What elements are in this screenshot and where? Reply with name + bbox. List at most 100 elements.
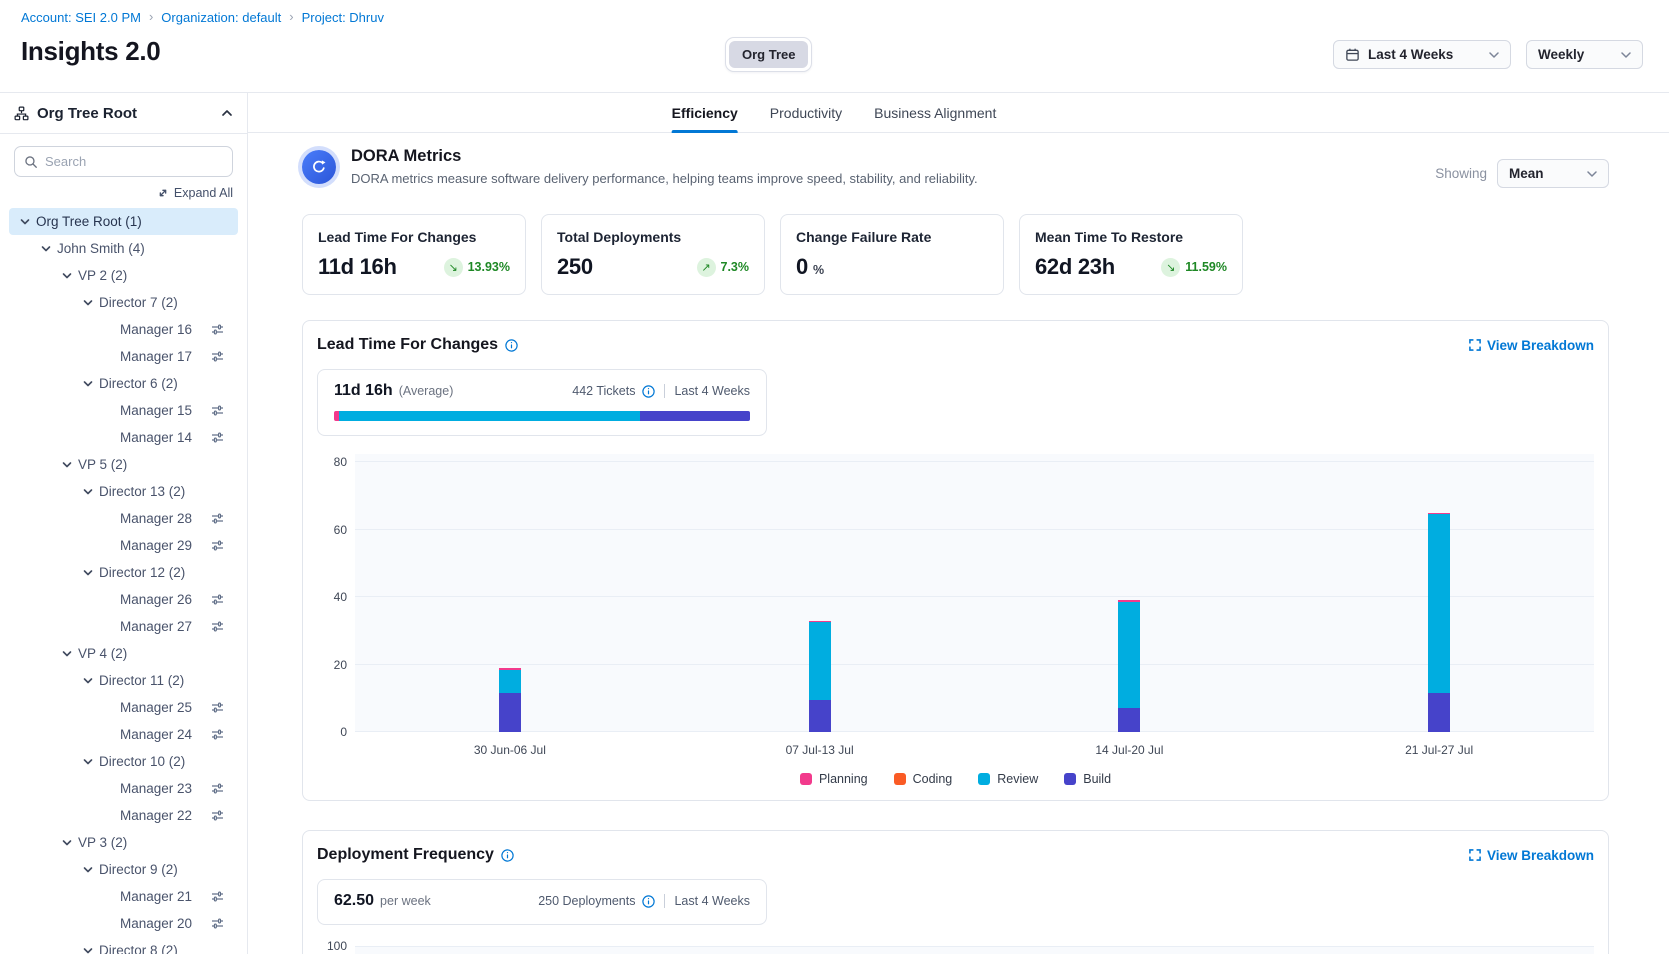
filters-icon[interactable] [211, 620, 224, 633]
deployment-summary-card: 62.50 per week 250 Deployments Last 4 We… [317, 879, 767, 925]
filters-icon[interactable] [211, 539, 224, 552]
filters-icon[interactable] [211, 917, 224, 930]
info-icon[interactable] [501, 849, 514, 862]
tree-item[interactable]: Manager 26 [9, 586, 238, 613]
tree-item[interactable]: Director 6 (2) [9, 370, 238, 397]
metric-card-value: 0 [796, 254, 808, 280]
legend-item-build[interactable]: Build [1064, 772, 1111, 786]
bar-1[interactable] [499, 668, 521, 732]
tree-item[interactable]: VP 2 (2) [9, 262, 238, 289]
lead-time-average-qualifier: (Average) [399, 384, 454, 398]
tree-item[interactable]: Manager 21 [9, 883, 238, 910]
dora-metrics-icon [302, 150, 336, 184]
expand-corners-icon [1469, 339, 1481, 351]
tree-item[interactable]: Director 12 (2) [9, 559, 238, 586]
tree-item[interactable]: Manager 28 [9, 505, 238, 532]
tree-item[interactable]: Manager 20 [9, 910, 238, 937]
bar-segment-build [809, 700, 831, 732]
tree-item[interactable]: Manager 16 [9, 316, 238, 343]
tree-item-label: Manager 23 [120, 781, 192, 796]
tree-item[interactable]: Director 11 (2) [9, 667, 238, 694]
tree-item[interactable]: Manager 24 [9, 721, 238, 748]
gridline [355, 664, 1594, 665]
chevron-down-icon [1621, 51, 1631, 59]
breadcrumb-link[interactable]: Project: Dhruv [302, 10, 384, 25]
search-input-wrap [14, 146, 233, 177]
deployment-title-text: Deployment Frequency [317, 846, 494, 864]
tree-item-label: Manager 26 [120, 592, 192, 607]
tree-item[interactable]: Manager 14 [9, 424, 238, 451]
bar-segment-review [1118, 602, 1140, 708]
tree-item[interactable]: Org Tree Root (1) [9, 208, 238, 235]
tree-item-label: John Smith (4) [57, 241, 145, 256]
info-icon[interactable] [642, 385, 655, 398]
tree-item[interactable]: VP 3 (2) [9, 829, 238, 856]
tree-item[interactable]: VP 4 (2) [9, 640, 238, 667]
showing-select[interactable]: Mean [1497, 159, 1609, 188]
tree-item[interactable]: John Smith (4) [9, 235, 238, 262]
expand-arrows-icon [157, 187, 169, 199]
chevron-down-icon [83, 946, 93, 954]
expand-all-button[interactable]: Expand All [157, 186, 233, 200]
tab-bar: Efficiency Productivity Business Alignment [248, 92, 1669, 133]
legend-item-planning[interactable]: Planning [800, 772, 868, 786]
tree-item-label: Org Tree Root (1) [36, 214, 142, 229]
info-icon[interactable] [642, 895, 655, 908]
tree-item[interactable]: Director 10 (2) [9, 748, 238, 775]
tree-item[interactable]: Manager 22 [9, 802, 238, 829]
tree-item-label: VP 4 (2) [78, 646, 127, 661]
showing-label: Showing [1435, 166, 1487, 181]
filters-icon[interactable] [211, 701, 224, 714]
filters-icon[interactable] [211, 431, 224, 444]
date-range-select[interactable]: Last 4 Weeks [1333, 40, 1511, 69]
trend-delta-value: 13.93% [468, 260, 510, 274]
filters-icon[interactable] [211, 782, 224, 795]
bar-2[interactable] [809, 621, 831, 732]
tree-item[interactable]: Director 8 (2) [9, 937, 238, 954]
deployment-view-breakdown-link[interactable]: View Breakdown [1469, 848, 1594, 863]
bar-3[interactable] [1118, 600, 1140, 732]
org-tree-toggle-button[interactable]: Org Tree [729, 41, 808, 68]
filters-icon[interactable] [211, 350, 224, 363]
interval-select[interactable]: Weekly [1526, 40, 1643, 69]
tab-efficiency[interactable]: Efficiency [672, 93, 738, 132]
breadcrumb-link[interactable]: Organization: default [161, 10, 281, 25]
tree-item[interactable]: Manager 25 [9, 694, 238, 721]
tree-item-label: VP 5 (2) [78, 457, 127, 472]
chevron-down-icon [62, 838, 72, 848]
filters-icon[interactable] [211, 890, 224, 903]
chevron-down-icon [83, 379, 93, 389]
search-input[interactable] [45, 154, 223, 169]
filters-icon[interactable] [211, 512, 224, 525]
filters-icon[interactable] [211, 404, 224, 417]
breadcrumb-link[interactable]: Account: SEI 2.0 PM [21, 10, 141, 25]
legend-item-review[interactable]: Review [978, 772, 1038, 786]
top-controls: Last 4 Weeks Weekly [1333, 40, 1643, 69]
tree-item[interactable]: Director 7 (2) [9, 289, 238, 316]
tree-item[interactable]: Manager 27 [9, 613, 238, 640]
bar-segment-build [1428, 693, 1450, 732]
view-breakdown-label: View Breakdown [1487, 338, 1594, 353]
bar-4[interactable] [1428, 513, 1450, 732]
tree-item[interactable]: Manager 29 [9, 532, 238, 559]
tab-productivity[interactable]: Productivity [770, 93, 842, 132]
tree-item[interactable]: Director 13 (2) [9, 478, 238, 505]
tree-item[interactable]: VP 5 (2) [9, 451, 238, 478]
metric-card-value: 11d 16h [318, 254, 397, 280]
filters-icon[interactable] [211, 593, 224, 606]
tree-item-label: Manager 14 [120, 430, 192, 445]
tree-item[interactable]: Manager 17 [9, 343, 238, 370]
legend-item-coding[interactable]: Coding [894, 772, 953, 786]
collapse-chevron-up-icon[interactable] [221, 108, 233, 118]
filters-icon[interactable] [211, 809, 224, 822]
filters-icon[interactable] [211, 728, 224, 741]
tree-item[interactable]: Director 9 (2) [9, 856, 238, 883]
filters-icon[interactable] [211, 323, 224, 336]
info-icon[interactable] [505, 339, 518, 352]
tab-business-alignment[interactable]: Business Alignment [874, 93, 996, 132]
tree-item[interactable]: Manager 23 [9, 775, 238, 802]
tree-item[interactable]: Manager 15 [9, 397, 238, 424]
interval-value: Weekly [1538, 47, 1584, 62]
tree-item-label: Manager 24 [120, 727, 192, 742]
lead-time-view-breakdown-link[interactable]: View Breakdown [1469, 338, 1594, 353]
